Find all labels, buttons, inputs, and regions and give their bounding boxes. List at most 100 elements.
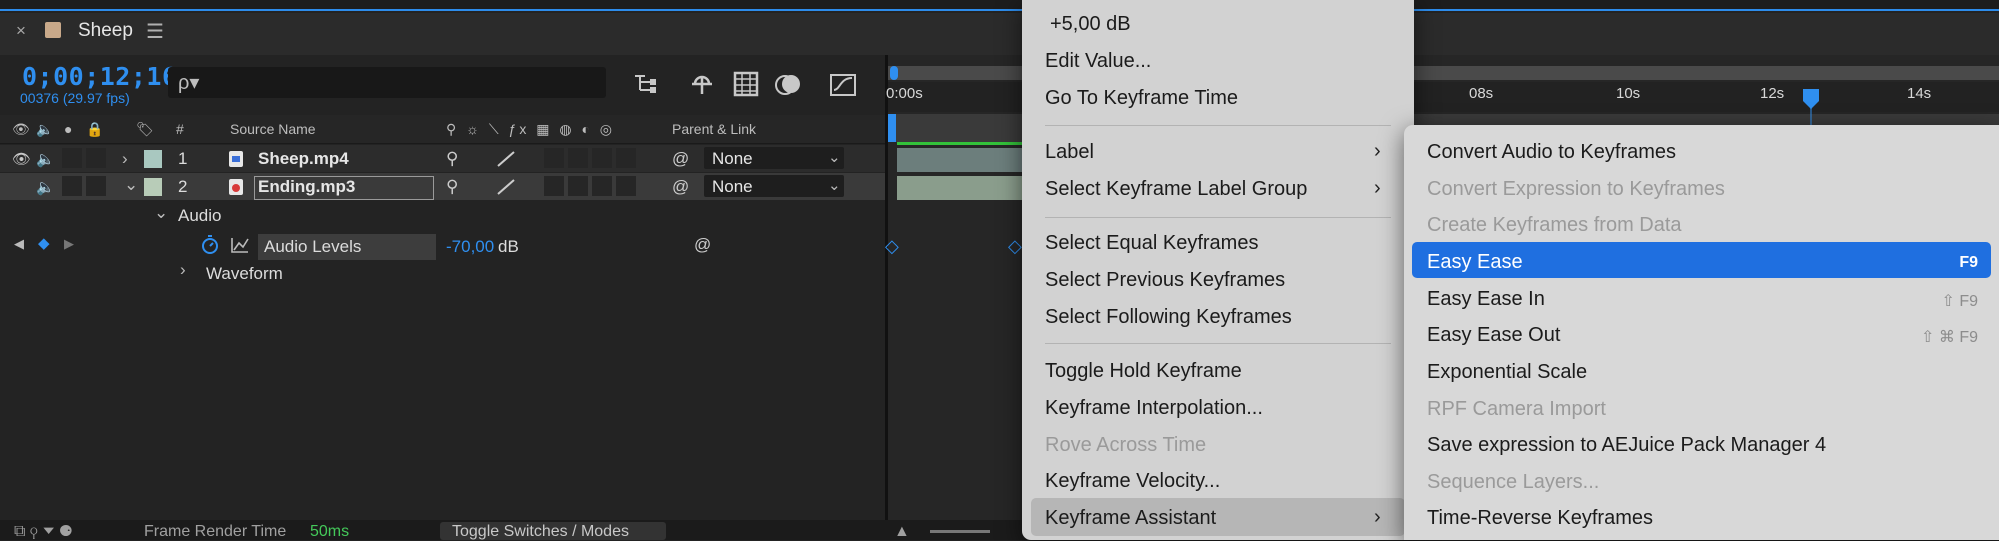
column-parent-link-header: Parent & Link (672, 121, 757, 137)
video-switch-eye-icon[interactable]: 👁 (12, 121, 30, 138)
shortcut-easy-ease: F9 (1959, 254, 1978, 271)
current-time-indicator-head[interactable] (1802, 88, 1820, 110)
work-area-start-handle[interactable] (888, 114, 896, 142)
menu-item-select-following-keyframes[interactable]: Select Following Keyframes (1045, 306, 1292, 329)
submenu-item-convert-expression-to-keyframes: Convert Expression to Keyframes (1427, 178, 1725, 200)
column-source-name-header[interactable]: Source Name (230, 121, 316, 137)
layer-label-color[interactable] (144, 150, 162, 168)
menu-item-value[interactable]: +5,00 dB (1050, 13, 1131, 36)
prev-keyframe-icon[interactable]: ◀ (14, 236, 24, 252)
shortcut-easy-ease-out: ⇧ ⌘ F9 (1921, 329, 1978, 346)
menu-item-edit-value[interactable]: Edit Value... (1045, 50, 1151, 73)
toggle-switches-modes-label[interactable]: Toggle Switches / Modes (452, 523, 629, 541)
layer-name[interactable]: Sheep.mp4 (258, 149, 349, 169)
shy-switch-icon[interactable]: ⚲ (446, 149, 458, 169)
solo-dot-icon[interactable]: ● (64, 121, 72, 137)
pick-whip-icon[interactable]: @ (672, 177, 689, 197)
menu-item-keyframe-assistant[interactable]: Keyframe Assistant (1045, 507, 1216, 530)
zoom-out-mountain-icon[interactable]: ▲ (894, 523, 910, 541)
waveform-label[interactable]: Waveform (206, 264, 283, 284)
submenu-item-save-expression-aejuice[interactable]: Save expression to AEJuice Pack Manager … (1427, 434, 1826, 457)
label-tag-icon[interactable]: 🏷 (136, 121, 154, 138)
menu-item-label[interactable]: Label (1045, 141, 1094, 164)
property-value[interactable]: -70,00 (446, 237, 494, 257)
layer-search-input[interactable] (168, 67, 606, 98)
current-time-display[interactable]: 0;00;12;16 (22, 62, 178, 91)
keyframe-diamond-icon[interactable]: ◇ (1008, 236, 1022, 257)
property-name[interactable]: Audio Levels (264, 237, 361, 257)
submenu-item-easy-ease[interactable]: Easy Ease (1427, 251, 1523, 274)
status-icons[interactable]: ⧉ ⚲ ⏷ ⚈ (14, 523, 72, 541)
menu-item-keyframe-interpolation[interactable]: Keyframe Interpolation... (1045, 397, 1263, 420)
next-keyframe-icon[interactable]: ▶ (64, 236, 74, 252)
menu-item-select-equal-keyframes[interactable]: Select Equal Keyframes (1045, 232, 1258, 255)
comp-label-color-swatch[interactable] (45, 22, 61, 38)
layer-audio-speaker-icon[interactable]: 🔈 (36, 178, 55, 196)
pick-whip-icon[interactable]: @ (672, 149, 689, 169)
menu-item-keyframe-velocity[interactable]: Keyframe Velocity... (1045, 470, 1220, 493)
chevron-down-icon: ⌄ (828, 177, 841, 194)
frame-blending-icon[interactable] (732, 70, 760, 98)
twirl-expanded-icon[interactable]: ⌄ (124, 175, 138, 195)
audio-group-label[interactable]: Audio (178, 206, 221, 226)
submenu-item-time-reverse-keyframes[interactable]: Time-Reverse Keyframes (1427, 507, 1653, 530)
submenu-item-convert-audio-to-keyframes[interactable]: Convert Audio to Keyframes (1427, 141, 1676, 164)
submenu-item-easy-ease-out[interactable]: Easy Ease Out (1427, 324, 1560, 347)
quality-switch-icon[interactable] (496, 178, 516, 196)
time-tick-label: 10s (1616, 85, 1641, 102)
layer-bar-ending[interactable] (897, 176, 1027, 200)
time-tick-label: 08s (1469, 85, 1494, 102)
motion-blur-icon[interactable] (774, 70, 804, 98)
menu-separator (1045, 217, 1391, 218)
submenu-item-exponential-scale[interactable]: Exponential Scale (1427, 361, 1587, 384)
layer-audio-speaker-icon[interactable]: 🔈 (36, 150, 55, 168)
twirl-collapsed-icon[interactable]: › (122, 149, 128, 169)
graph-icon[interactable] (230, 236, 250, 254)
composition-tab-bar (0, 13, 1999, 55)
layer-number: 2 (178, 177, 188, 196)
graph-editor-icon[interactable] (828, 70, 858, 98)
composition-tab-title[interactable]: Sheep (78, 20, 133, 42)
chevron-down-icon: ⌄ (828, 149, 841, 166)
frame-render-time-value: 50ms (310, 523, 350, 540)
submenu-item-create-keyframes-from-data: Create Keyframes from Data (1427, 214, 1682, 236)
menu-item-select-keyframe-label-group[interactable]: Select Keyframe Label Group (1045, 178, 1307, 201)
zoom-slider[interactable] (930, 530, 990, 533)
submenu-item-easy-ease-in[interactable]: Easy Ease In (1427, 288, 1545, 311)
quality-switch-icon[interactable] (496, 150, 516, 168)
close-tab-icon[interactable]: × (16, 21, 26, 41)
panel-menu-icon[interactable]: ☰ (146, 19, 164, 44)
twirl-collapsed-icon[interactable]: › (180, 260, 186, 280)
menu-item-go-to-keyframe-time[interactable]: Go To Keyframe Time (1045, 87, 1238, 110)
layer-label-color[interactable] (144, 178, 162, 196)
layer-name[interactable]: Ending.mp3 (258, 177, 355, 197)
submenu-arrow-icon: › (1374, 140, 1381, 162)
frame-render-time-label: Frame Render Time (144, 523, 287, 540)
menu-item-toggle-hold-keyframe[interactable]: Toggle Hold Keyframe (1045, 360, 1242, 383)
composition-mini-flowchart-icon[interactable] (632, 72, 660, 96)
layer-visibility-eye-icon[interactable]: 👁 (12, 150, 31, 168)
column-number-header: # (176, 121, 184, 137)
submenu-item-sequence-layers: Sequence Layers... (1427, 471, 1600, 493)
submenu-arrow-icon: › (1374, 506, 1381, 528)
time-tick-label: 12s (1760, 85, 1785, 102)
draft-3d-icon[interactable] (688, 72, 716, 98)
menu-item-select-previous-keyframes[interactable]: Select Previous Keyframes (1045, 269, 1285, 292)
menu-separator (1045, 125, 1391, 126)
audio-speaker-icon[interactable]: 🔈 (36, 121, 53, 138)
lock-icon[interactable]: 🔒 (86, 121, 103, 138)
keyframe-diamond-icon[interactable]: ◇ (885, 236, 899, 257)
keyframe-diamond-icon[interactable]: ◆ (38, 234, 50, 252)
stopwatch-icon[interactable] (200, 234, 220, 256)
twirl-expanded-icon[interactable]: ⌄ (154, 203, 168, 223)
layer-number: 1 (178, 149, 188, 168)
shy-switch-icon[interactable]: ⚲ (446, 177, 458, 197)
menu-item-rove-across-time: Rove Across Time (1045, 434, 1207, 456)
pick-whip-icon[interactable]: @ (694, 235, 711, 255)
navigator-start-handle[interactable] (890, 66, 898, 80)
search-icon: ρ▾ (178, 72, 200, 94)
submenu-item-rpf-camera-import: RPF Camera Import (1427, 398, 1606, 420)
menu-separator (1045, 343, 1391, 344)
layer-bar-sheep[interactable] (897, 148, 1027, 172)
render-cache-indicator (897, 142, 1027, 145)
